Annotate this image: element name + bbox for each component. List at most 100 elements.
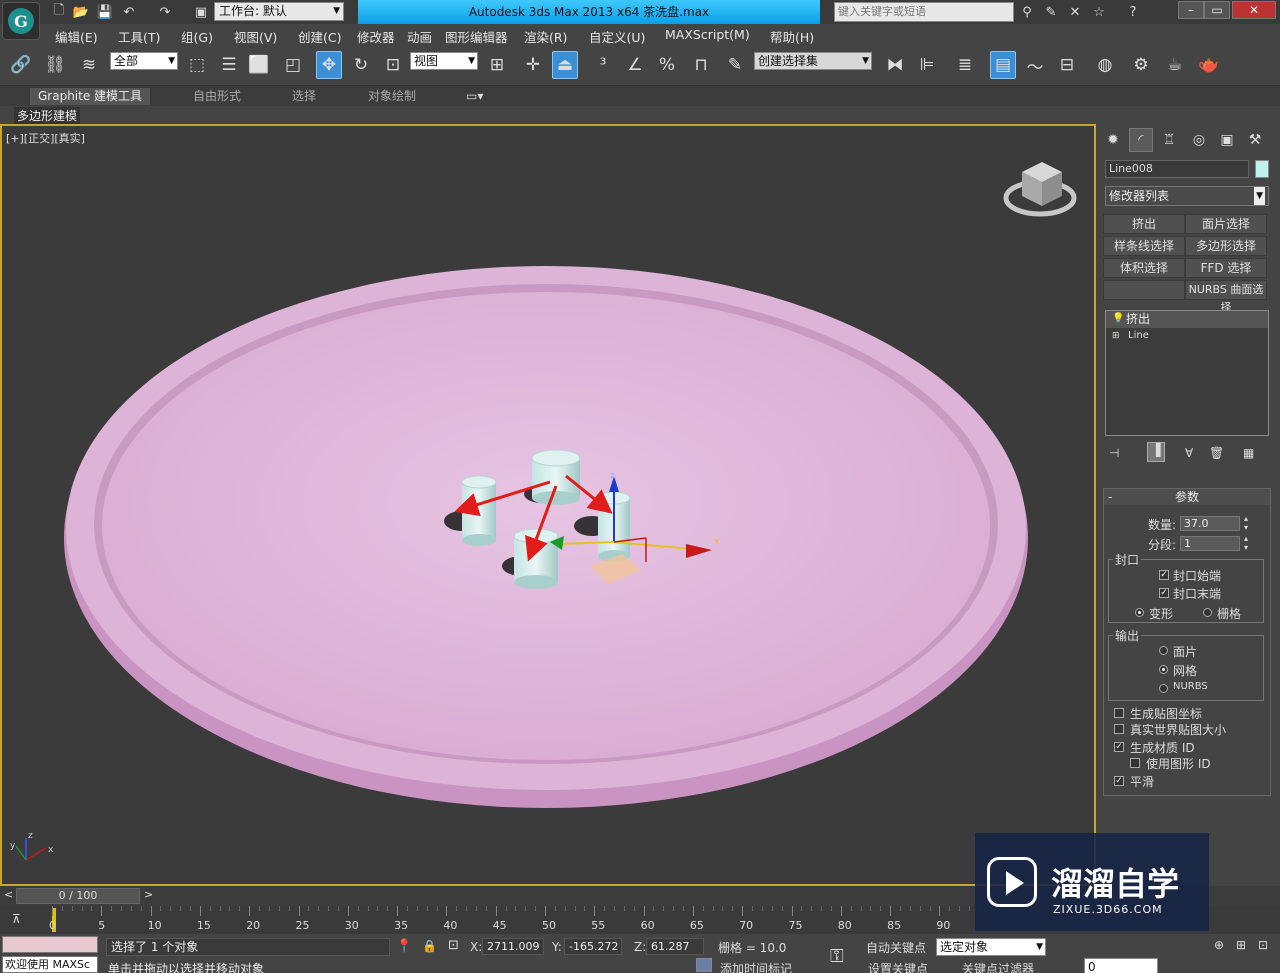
gen-mat-ids-checkbox[interactable]: ✓ xyxy=(1114,742,1124,752)
absolute-mode-icon[interactable]: ⊡ xyxy=(448,938,459,953)
modify-tab-icon[interactable]: ◜ xyxy=(1129,128,1153,152)
utilities-tab-icon[interactable]: ⚒ xyxy=(1243,128,1267,152)
vol-select-button[interactable]: 体积选择 xyxy=(1103,258,1185,278)
close-button[interactable]: ✕ xyxy=(1232,1,1276,19)
key-mode-dropdown[interactable]: 选定对象 ▼ xyxy=(936,938,1046,956)
redo-icon[interactable]: ↷ xyxy=(156,3,174,21)
cap-start-checkbox[interactable]: ✓ xyxy=(1159,570,1169,580)
object-name-field[interactable]: Line008 xyxy=(1105,160,1249,178)
workspace-dropdown[interactable]: 工作台: 默认 ▼ xyxy=(214,2,344,21)
extrude-modifier-button[interactable]: 挤出 xyxy=(1103,214,1185,234)
tab-freeform[interactable]: 自由形式 xyxy=(185,88,249,105)
save-icon[interactable]: 💾 xyxy=(96,3,114,21)
align-icon[interactable]: ⊫ xyxy=(914,51,940,79)
poly-select-button[interactable]: 多边形选择 xyxy=(1185,236,1267,256)
menu-create[interactable]: 创建(C) xyxy=(298,27,341,46)
edit-named-selection-icon[interactable]: ✎ xyxy=(722,51,748,79)
stack-item-line[interactable]: ⊞ Line xyxy=(1106,327,1268,343)
select-rotate-icon[interactable]: ↻ xyxy=(348,51,374,79)
menu-tools[interactable]: 工具(T) xyxy=(118,27,160,46)
ffd-select-button[interactable]: FFD 选择 xyxy=(1185,258,1267,278)
modifier-list-dropdown[interactable]: 修改器列表 ▼ xyxy=(1105,186,1269,206)
mirror-icon[interactable]: ⧓ xyxy=(882,51,908,79)
rendered-frame-window-icon[interactable]: ☕ xyxy=(1162,51,1188,79)
select-scale-icon[interactable]: ⊡ xyxy=(380,51,406,79)
menu-views[interactable]: 视图(V) xyxy=(234,27,277,46)
cylinder-top[interactable] xyxy=(531,449,581,505)
zoom-all-icon[interactable]: ⊞ xyxy=(1236,938,1246,952)
select-move-icon[interactable]: ✥ xyxy=(316,51,342,79)
snaps-toggle-icon[interactable]: ³ xyxy=(590,51,616,79)
tab-graphite[interactable]: Graphite 建模工具 xyxy=(30,88,151,105)
spinner-snap-icon[interactable]: ⊓ xyxy=(688,51,714,79)
key-filters-button[interactable]: 关键点过滤器 xyxy=(962,960,1034,973)
menu-animation[interactable]: 动画 xyxy=(407,27,432,46)
mesh-radio[interactable] xyxy=(1159,665,1168,674)
remove-modifier-icon[interactable]: 🗑 xyxy=(1209,446,1224,460)
app-logo-button[interactable]: G xyxy=(2,2,40,40)
make-unique-icon[interactable]: ∀ xyxy=(1185,446,1193,460)
render-setup-icon[interactable]: ⚙ xyxy=(1128,51,1154,79)
create-tab-icon[interactable]: ✹ xyxy=(1101,128,1125,152)
menu-rendering[interactable]: 渲染(R) xyxy=(524,27,567,46)
perspective-viewport[interactable]: [+][正交][真实] z x z x y xyxy=(0,124,1096,886)
stack-item-extrude[interactable]: 💡 挤出 xyxy=(1106,311,1268,327)
use-shape-ids-checkbox[interactable] xyxy=(1130,758,1140,768)
undo-icon[interactable]: ↶ xyxy=(120,3,138,21)
amount-spinner[interactable]: 37.0 xyxy=(1180,516,1240,531)
keyboard-shortcut-override-icon[interactable]: ⏏ xyxy=(552,51,578,79)
time-slider-thumb[interactable]: 0 / 100 xyxy=(16,888,140,904)
render-production-icon[interactable]: 🫖 xyxy=(1196,51,1222,79)
maximize-button[interactable]: ▭ xyxy=(1204,1,1230,19)
percent-snap-icon[interactable]: % xyxy=(654,51,680,79)
project-folder-icon[interactable]: ▣ xyxy=(192,3,210,21)
window-crossing-icon[interactable]: ◰ xyxy=(280,51,306,79)
menu-modifiers[interactable]: 修改器 xyxy=(357,27,395,46)
polygon-modeling-panel[interactable]: 多边形建模 xyxy=(14,107,81,124)
motion-tab-icon[interactable]: ◎ xyxy=(1187,128,1211,152)
hierarchy-tab-icon[interactable]: ♖ xyxy=(1157,128,1181,152)
spinner-arrows-icon[interactable]: ▴ ▾ xyxy=(1244,534,1248,552)
subscription-icon[interactable]: ✎ xyxy=(1042,3,1060,21)
track-bar-menu-icon[interactable]: ⊼ xyxy=(12,912,21,926)
gen-mapping-checkbox[interactable] xyxy=(1114,708,1124,718)
zoom-extents-icon[interactable]: ⊕ xyxy=(1214,938,1224,952)
smooth-checkbox[interactable]: ✓ xyxy=(1114,776,1124,786)
grid-radio[interactable] xyxy=(1203,608,1212,617)
maxscript-mini-listener[interactable]: 欢迎使用 MAXSc xyxy=(2,956,98,973)
menu-group[interactable]: 组(G) xyxy=(181,27,213,46)
spinner-arrows-icon[interactable]: ▴ ▾ xyxy=(1244,514,1248,532)
view-cube[interactable] xyxy=(1003,162,1077,217)
favorites-star-icon[interactable]: ☆ xyxy=(1090,3,1108,21)
show-end-result-icon[interactable]: ▐ xyxy=(1147,442,1165,462)
pivot-center-icon[interactable]: ⊞ xyxy=(484,51,510,79)
spline-select-button[interactable]: 样条线选择 xyxy=(1103,236,1185,256)
schematic-view-icon[interactable]: ⊟ xyxy=(1054,51,1080,79)
reference-coord-dropdown[interactable]: 视图 ▼ xyxy=(410,52,478,70)
expand-plus-icon[interactable]: ⊞ xyxy=(1112,328,1120,344)
key-icon[interactable]: ⚿ xyxy=(830,946,844,967)
patch-select-button[interactable]: 面片选择 xyxy=(1185,214,1267,234)
menu-maxscript[interactable]: MAXScript(M) xyxy=(665,27,750,42)
real-world-checkbox[interactable] xyxy=(1114,724,1124,734)
link-icon[interactable]: 🔗 xyxy=(8,51,34,79)
menu-customize[interactable]: 自定义(U) xyxy=(589,27,645,46)
selection-filter-dropdown[interactable]: 全部 ▼ xyxy=(110,52,178,70)
curve-editor-icon[interactable]: 〜 xyxy=(1022,51,1048,79)
x-coord-field[interactable]: 2711.009 xyxy=(482,938,544,955)
graphite-toggle-icon[interactable]: ▤ xyxy=(990,51,1016,79)
y-coord-field[interactable]: -165.272 xyxy=(564,938,622,955)
auto-key-button[interactable]: 自动关键点 xyxy=(866,939,926,956)
new-file-icon[interactable]: 🗋 xyxy=(50,3,68,21)
help-search-input[interactable]: 键入关键字或短语 xyxy=(834,2,1014,22)
select-by-name-icon[interactable]: ☰ xyxy=(216,51,242,79)
lightbulb-icon[interactable]: 💡 xyxy=(1112,311,1124,327)
next-frame-icon[interactable]: > xyxy=(144,888,153,901)
open-file-icon[interactable]: 📂 xyxy=(72,3,90,21)
ribbon-options-icon[interactable]: ▭▾ xyxy=(458,88,491,105)
cap-end-checkbox[interactable]: ✓ xyxy=(1159,588,1169,598)
add-time-tag[interactable]: 添加时间标记 xyxy=(720,960,792,973)
layer-manager-icon[interactable]: ≣ xyxy=(952,51,978,79)
named-selection-dropdown[interactable]: 创建选择集 ▼ xyxy=(754,52,872,70)
select-manipulate-icon[interactable]: ✛ xyxy=(520,51,546,79)
